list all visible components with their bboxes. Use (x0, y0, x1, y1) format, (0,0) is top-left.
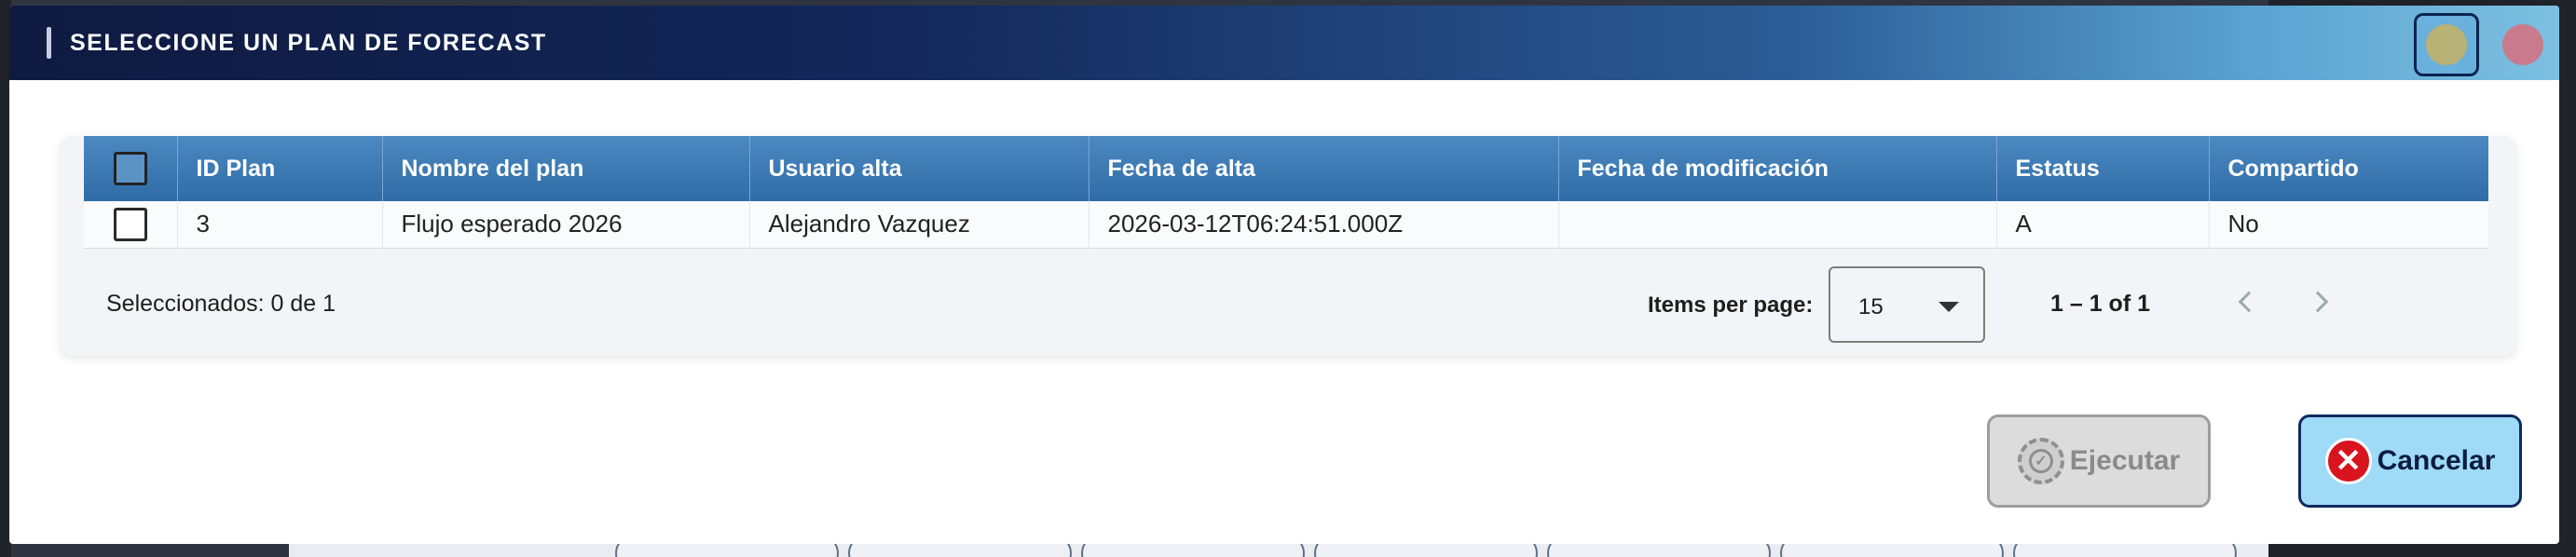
table-header-row: ID Plan Nombre del plan Usuario alta Fec… (84, 136, 2488, 201)
gear-check-icon: ✓ (2017, 438, 2064, 484)
selection-count: Seleccionados: 0 de 1 (106, 291, 336, 317)
cell-id-plan: 3 (177, 201, 383, 248)
table-footer: Seleccionados: 0 de 1 Items per page: 15… (60, 248, 2516, 356)
window-close-icon (2502, 24, 2543, 65)
items-per-page-label: Items per page: (1648, 292, 1814, 318)
column-header-compartido[interactable]: Compartido (2209, 136, 2488, 201)
dialog-title: SELECCIONE UN PLAN DE FORECAST (70, 29, 547, 56)
column-header-fecha-alta[interactable]: Fecha de alta (1089, 136, 1559, 201)
column-header-nombre[interactable]: Nombre del plan (382, 136, 750, 201)
select-all-header (84, 136, 178, 201)
plans-table-card: ID Plan Nombre del plan Usuario alta Fec… (60, 136, 2516, 356)
row-select-cell (84, 201, 178, 248)
column-header-estatus[interactable]: Estatus (1996, 136, 2210, 201)
table-row[interactable]: 3 Flujo esperado 2026 Alejandro Vazquez … (84, 201, 2488, 248)
column-header-usuario[interactable]: Usuario alta (749, 136, 1089, 201)
column-header-fecha-modificacion[interactable]: Fecha de modificación (1558, 136, 1997, 201)
forecast-plan-dialog: SELECCIONE UN PLAN DE FORECAST ID Plan N… (9, 6, 2559, 544)
caret-down-icon (1939, 302, 1959, 312)
dialog-header: SELECCIONE UN PLAN DE FORECAST (9, 6, 2559, 80)
items-per-page-select[interactable]: 15 (1829, 266, 1985, 343)
plans-table: ID Plan Nombre del plan Usuario alta Fec… (84, 136, 2488, 249)
items-per-page-value: 15 (1858, 294, 1884, 319)
close-circle-icon: ✕ (2324, 438, 2372, 484)
next-page-button[interactable] (2304, 285, 2337, 319)
ejecutar-button[interactable]: ✓ Ejecutar (1987, 414, 2211, 508)
previous-page-button[interactable] (2229, 285, 2263, 319)
cell-usuario: Alejandro Vazquez (749, 201, 1089, 248)
window-close-button[interactable] (2490, 13, 2555, 76)
cell-nombre: Flujo esperado 2026 (382, 201, 750, 248)
chevron-left-icon (2238, 291, 2260, 313)
cancelar-button[interactable]: ✕ Cancelar (2298, 414, 2522, 508)
row-checkbox[interactable] (113, 207, 147, 241)
cell-fecha-modificacion (1558, 201, 1997, 248)
ejecutar-label: Ejecutar (2069, 445, 2181, 476)
cell-estatus: A (1996, 201, 2210, 248)
page-range: 1 – 1 of 1 (2050, 291, 2150, 317)
select-all-checkbox[interactable] (113, 152, 147, 185)
cell-compartido: No (2227, 210, 2259, 238)
cell-fecha-alta: 2026-03-12T06:24:51.000Z (1089, 201, 1559, 248)
header-accent-bar (47, 27, 51, 59)
column-header-id-plan[interactable]: ID Plan (177, 136, 383, 201)
chevron-right-icon (2307, 291, 2329, 313)
minimize-button[interactable] (2414, 13, 2479, 76)
minimize-icon (2426, 24, 2467, 65)
cancelar-label: Cancelar (2377, 445, 2496, 476)
